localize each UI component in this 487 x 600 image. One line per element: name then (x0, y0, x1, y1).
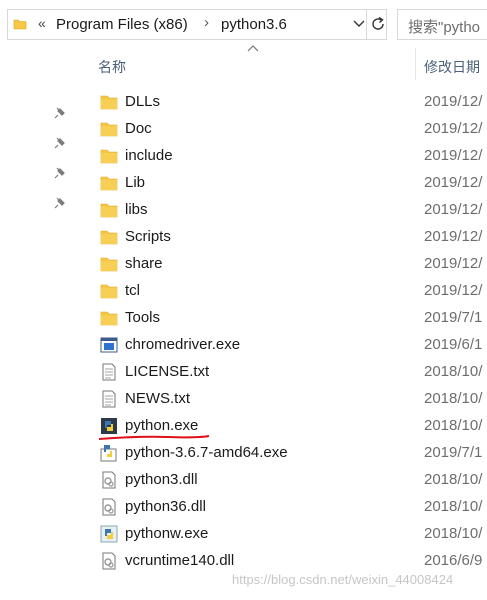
folder-icon (100, 174, 118, 192)
file-row[interactable]: chromedriver.exe 2019/6/1 (80, 332, 487, 359)
file-row[interactable]: vcruntime140.dll 2016/6/9 (80, 548, 487, 575)
file-name: DLLs (125, 93, 161, 110)
address-bar[interactable]: « Program Files (x86) › python3.6 (7, 9, 387, 40)
file-name: libs (125, 201, 148, 218)
file-date-modified: 2019/12/ (424, 201, 483, 218)
text-file-icon (100, 390, 118, 408)
refresh-icon[interactable] (369, 15, 387, 33)
file-name: pythonw.exe (125, 525, 209, 542)
column-divider[interactable] (415, 48, 416, 80)
file-name: Scripts (125, 228, 171, 245)
file-name: Doc (125, 120, 152, 137)
column-header-date-modified[interactable]: 修改日期 (424, 57, 480, 77)
file-date-modified: 2018/10/ (424, 390, 483, 407)
file-name: NEWS.txt (125, 390, 191, 407)
file-row[interactable]: NEWS.txt 2018/10/ (80, 386, 487, 413)
folder-icon (100, 201, 118, 219)
folder-icon (100, 147, 118, 165)
file-date-modified: 2019/12/ (424, 174, 483, 191)
folder-icon (100, 120, 118, 138)
file-name: tcl (125, 282, 140, 299)
dll-file-icon (100, 552, 118, 570)
file-row[interactable]: LICENSE.txt 2018/10/ (80, 359, 487, 386)
file-date-modified: 2019/12/ (424, 228, 483, 245)
file-row[interactable]: python36.dll 2018/10/ (80, 494, 487, 521)
dll-file-icon (100, 471, 118, 489)
breadcrumb-python36[interactable]: python3.6 (221, 16, 287, 33)
folder-row[interactable]: Doc 2019/12/ (80, 116, 487, 143)
folder-row[interactable]: Tools 2019/7/1 (80, 305, 487, 332)
annotation-underline (98, 435, 210, 440)
folder-icon (100, 93, 118, 111)
installer-icon (100, 444, 118, 462)
folder-row[interactable]: Lib 2019/12/ (80, 170, 487, 197)
search-input[interactable]: 搜索"pytho (397, 9, 487, 40)
file-date-modified: 2018/10/ (424, 363, 483, 380)
file-date-modified: 2018/10/ (424, 525, 483, 542)
file-name: python-3.6.7-amd64.exe (125, 444, 288, 461)
file-date-modified: 2019/12/ (424, 282, 483, 299)
file-name: python.exe (125, 417, 199, 434)
file-date-modified: 2019/12/ (424, 93, 483, 110)
column-header-name[interactable]: 名称 (98, 57, 126, 77)
chevron-down-icon[interactable] (351, 15, 367, 31)
folder-row[interactable]: Scripts 2019/12/ (80, 224, 487, 251)
file-name: Tools (125, 309, 161, 326)
file-date-modified: 2018/10/ (424, 471, 483, 488)
pin-icon[interactable] (53, 136, 67, 150)
file-name: include (125, 147, 173, 164)
exe-window-icon (100, 336, 118, 354)
pin-icon[interactable] (53, 166, 67, 180)
file-name: python36.dll (125, 498, 206, 515)
file-name: LICENSE.txt (125, 363, 210, 380)
file-name: Lib (125, 174, 146, 191)
folder-row[interactable]: DLLs 2019/12/ (80, 89, 487, 116)
file-date-modified: 2018/10/ (424, 417, 483, 434)
file-date-modified: 2019/12/ (424, 147, 483, 164)
file-date-modified: 2019/7/1 (424, 309, 483, 326)
file-date-modified: 2019/7/1 (424, 444, 483, 461)
folder-icon (100, 309, 118, 327)
overflow-chevron[interactable]: « (38, 15, 46, 31)
folder-icon (100, 282, 118, 300)
folder-row[interactable]: share 2019/12/ (80, 251, 487, 278)
sort-ascending-icon (247, 45, 259, 52)
file-row[interactable]: pythonw.exe 2018/10/ (80, 521, 487, 548)
breadcrumb-separator[interactable]: › (204, 14, 209, 31)
file-name: vcruntime140.dll (125, 552, 235, 569)
folder-icon (100, 228, 118, 246)
breadcrumb-program-files[interactable]: Program Files (x86) (56, 16, 188, 33)
folder-row[interactable]: libs 2019/12/ (80, 197, 487, 224)
folder-row[interactable]: tcl 2019/12/ (80, 278, 487, 305)
python-exe-icon (100, 417, 118, 435)
file-name: chromedriver.exe (125, 336, 241, 353)
file-date-modified: 2019/12/ (424, 120, 483, 137)
file-name: share (125, 255, 163, 272)
watermark: https://blog.csdn.net/weixin_44008424 (232, 572, 454, 587)
file-date-modified: 2019/6/1 (424, 336, 483, 353)
folder-icon (13, 19, 27, 30)
file-date-modified: 2016/6/9 (424, 552, 483, 569)
pin-icon[interactable] (53, 196, 67, 210)
navigation-pane (0, 45, 75, 600)
text-file-icon (100, 363, 118, 381)
file-row[interactable]: python-3.6.7-amd64.exe 2019/7/1 (80, 440, 487, 467)
file-date-modified: 2019/12/ (424, 255, 483, 272)
file-date-modified: 2018/10/ (424, 498, 483, 515)
folder-row[interactable]: include 2019/12/ (80, 143, 487, 170)
dll-file-icon (100, 498, 118, 516)
file-row[interactable]: python3.dll 2018/10/ (80, 467, 487, 494)
folder-icon (100, 255, 118, 273)
pythonw-exe-icon (100, 525, 118, 543)
divider (366, 10, 367, 39)
file-name: python3.dll (125, 471, 198, 488)
pin-icon[interactable] (53, 106, 67, 120)
